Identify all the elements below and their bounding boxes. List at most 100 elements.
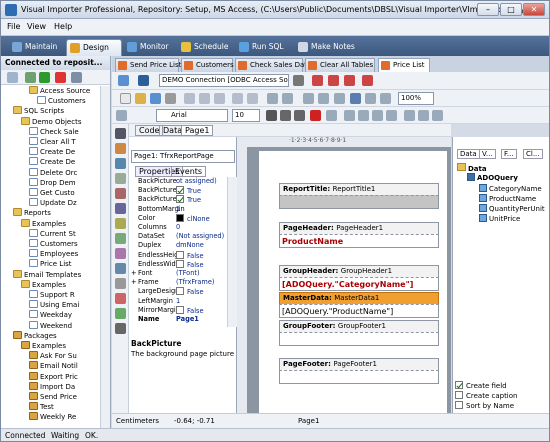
report-band[interactable]: PageHeader: PageHeader1 ProductName: [279, 222, 439, 248]
dropdown-icon[interactable]: [293, 75, 304, 86]
property-row[interactable]: BackPictureP True: [129, 186, 227, 195]
snap-icon[interactable]: [365, 93, 376, 104]
toolbox-tool-icon[interactable]: [115, 278, 126, 289]
underline-icon[interactable]: [294, 110, 305, 121]
create-caption-checkbox[interactable]: Create caption: [455, 391, 517, 401]
zoom-select[interactable]: 100%: [398, 92, 434, 105]
band-body[interactable]: [279, 195, 439, 209]
doc-tab-check-sales-data[interactable]: Check Sales Data: [235, 58, 311, 72]
font-color-icon[interactable]: [310, 110, 321, 121]
toolbox-tool-icon[interactable]: [115, 308, 126, 319]
band-body[interactable]: [279, 370, 439, 384]
save-icon[interactable]: [118, 75, 129, 86]
ungroup-icon[interactable]: [282, 93, 293, 104]
toolbox-tool-icon[interactable]: [115, 173, 126, 184]
inspector-object-select[interactable]: Page1: TfrxReportPage: [131, 150, 235, 163]
group-icon[interactable]: [267, 93, 278, 104]
fit-icon[interactable]: [380, 93, 391, 104]
calendar-icon[interactable]: [328, 75, 339, 86]
open-icon[interactable]: [135, 93, 146, 104]
property-row[interactable]: BackPictureV True: [129, 195, 227, 204]
toolbox-tool-icon[interactable]: [115, 248, 126, 259]
toolbox-tool-icon[interactable]: [115, 203, 126, 214]
right-tab-data[interactable]: Data: [457, 149, 480, 159]
toolbox-tool-icon[interactable]: [115, 293, 126, 304]
menu-help[interactable]: Help: [54, 22, 72, 31]
toolbox-tool-icon[interactable]: [115, 158, 126, 169]
bold-icon[interactable]: [266, 110, 277, 121]
report-band[interactable]: MasterData: MasterData1 [ADOQuery."Produc…: [279, 292, 439, 318]
valign-icon[interactable]: [418, 110, 429, 121]
tab-schedule[interactable]: Schedule: [178, 39, 228, 56]
redo-icon[interactable]: [247, 93, 258, 104]
right-tab-functions[interactable]: F...: [501, 149, 517, 159]
band-body[interactable]: ProductName: [279, 234, 439, 248]
tab-events[interactable]: Events: [171, 166, 207, 177]
doc-tab-customers[interactable]: Customers: [181, 58, 234, 72]
expand-icon[interactable]: +: [131, 278, 137, 287]
sort-by-name-checkbox[interactable]: Sort by Name: [455, 401, 514, 411]
minimize-button[interactable]: –: [477, 3, 499, 16]
new-page-icon[interactable]: [120, 93, 131, 104]
band-body[interactable]: [ADOQuery."ProductName"]: [279, 304, 439, 318]
field-item[interactable]: CategoryName: [479, 184, 542, 194]
database-icon[interactable]: [138, 75, 149, 86]
toolbox-tool-icon[interactable]: [115, 218, 126, 229]
toolbox-tool-icon[interactable]: [115, 233, 126, 244]
property-row[interactable]: Duplex dmNone: [129, 241, 227, 250]
undo-icon[interactable]: [232, 93, 243, 104]
property-row[interactable]: LeftMargin 1: [129, 297, 227, 306]
report-band[interactable]: ReportTitle: ReportTitle1: [279, 183, 439, 209]
align-icon[interactable]: [303, 93, 314, 104]
close-button[interactable]: ✕: [523, 3, 545, 16]
property-row[interactable]: Font (TFont) +: [129, 269, 227, 278]
toolbox-tool-icon[interactable]: [115, 263, 126, 274]
align-icon[interactable]: [318, 93, 329, 104]
save-icon[interactable]: [150, 93, 161, 104]
calendar-icon[interactable]: [312, 75, 323, 86]
band-body[interactable]: [ADOQuery."CategoryName"]: [279, 277, 439, 291]
align-icon[interactable]: [334, 93, 345, 104]
create-field-checkbox[interactable]: Create field: [455, 381, 507, 391]
property-row[interactable]: LargeDesign False: [129, 287, 227, 296]
calendar-icon[interactable]: [344, 75, 355, 86]
adoquery-node[interactable]: ADOQuery: [467, 173, 518, 183]
right-tab-variables[interactable]: V...: [479, 149, 496, 159]
align-right-icon[interactable]: [372, 110, 383, 121]
select-tool-icon[interactable]: [116, 110, 127, 121]
property-row[interactable]: Frame (TfrxFrame) +: [129, 278, 227, 287]
valign-icon[interactable]: [432, 110, 443, 121]
property-row[interactable]: DataSet (Not assigned): [129, 232, 227, 241]
field-item[interactable]: QuantityPerUnit: [479, 204, 545, 214]
add-icon[interactable]: [39, 72, 50, 83]
data-root[interactable]: Data: [457, 163, 487, 173]
align-center-icon[interactable]: [358, 110, 369, 121]
field-item[interactable]: ProductName: [479, 194, 536, 204]
menu-view[interactable]: View: [27, 22, 46, 31]
toolbox-tool-icon[interactable]: [115, 323, 126, 334]
paste-icon[interactable]: [214, 93, 225, 104]
right-tab-classes[interactable]: Cl...: [523, 149, 543, 159]
align-left-icon[interactable]: [344, 110, 355, 121]
tab-make-notes[interactable]: Make Notes: [295, 39, 355, 56]
connection-select[interactable]: DEMO Connection [ODBC Access Source: [159, 74, 289, 87]
property-row[interactable]: Name Page1: [129, 315, 227, 324]
tree-item[interactable]: Weekly Re: [29, 412, 76, 423]
property-row[interactable]: MirrorMargin False: [129, 305, 227, 315]
report-band[interactable]: PageFooter: PageFooter1: [279, 358, 439, 384]
menu-file[interactable]: File: [7, 22, 20, 31]
calendar-icon[interactable]: [362, 75, 373, 86]
property-row[interactable]: Columns 0: [129, 223, 227, 232]
tree-scrollbar[interactable]: [100, 86, 110, 428]
cut-icon[interactable]: [184, 93, 195, 104]
property-row[interactable]: EndlessWidt False: [129, 259, 227, 269]
tab-run-sql[interactable]: Run SQL: [236, 39, 284, 56]
grid-icon[interactable]: [7, 72, 18, 83]
report-band[interactable]: GroupFooter: GroupFooter1: [279, 320, 439, 346]
font-size-select[interactable]: 10: [232, 109, 260, 122]
highlight-icon[interactable]: [326, 110, 337, 121]
doc-tab-clear-all-tables[interactable]: Clear All Tables: [305, 58, 375, 72]
maximize-button[interactable]: □: [500, 3, 522, 16]
font-name-select[interactable]: Arial: [156, 109, 228, 122]
property-row[interactable]: Color clNone: [129, 213, 227, 223]
